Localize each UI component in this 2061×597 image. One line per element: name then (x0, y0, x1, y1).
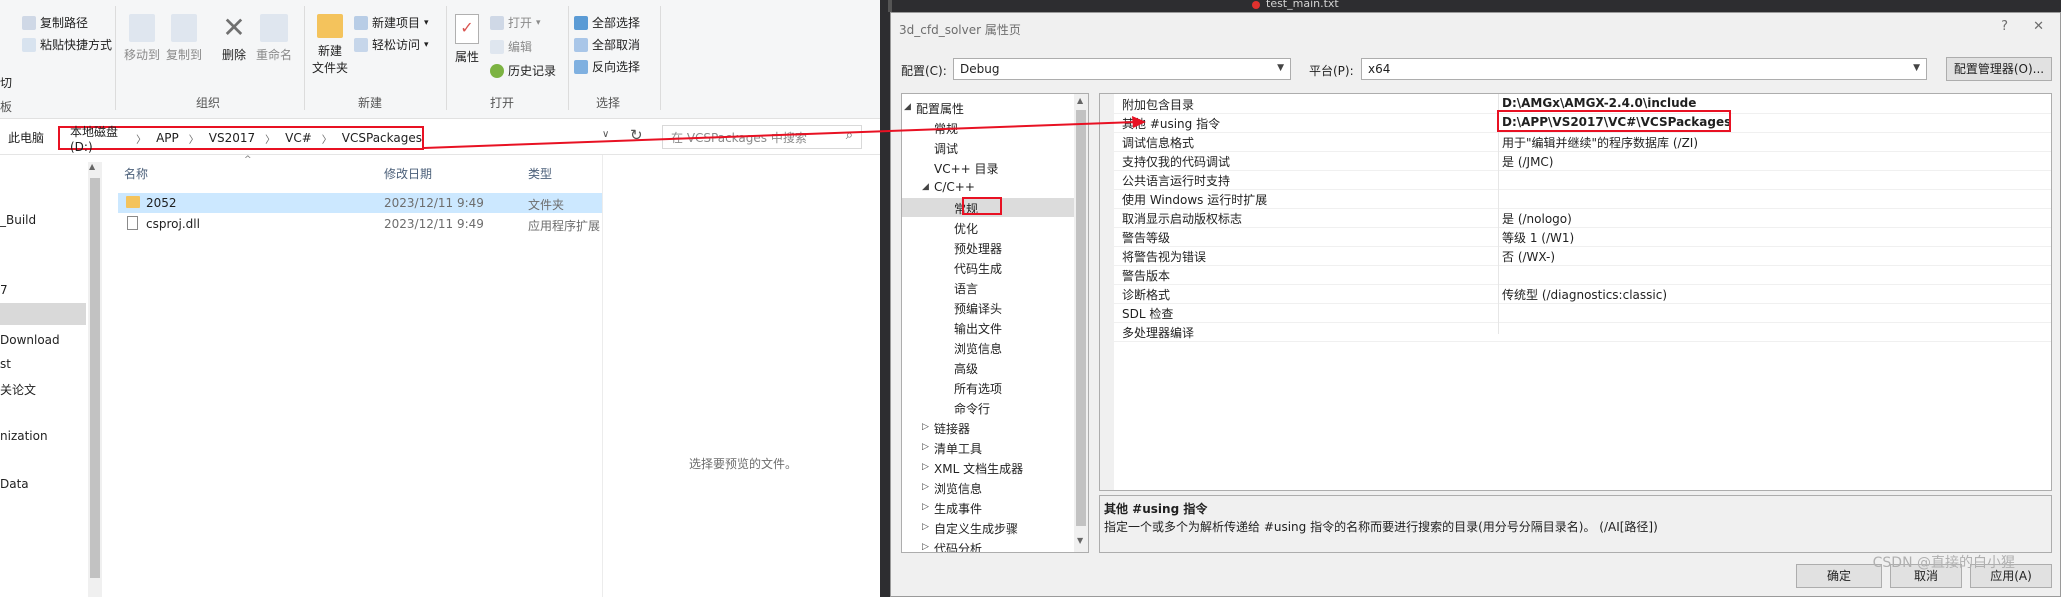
watermark: CSDN @直接的白小猩 (1872, 555, 2015, 571)
annotation-arrow (423, 116, 1146, 149)
